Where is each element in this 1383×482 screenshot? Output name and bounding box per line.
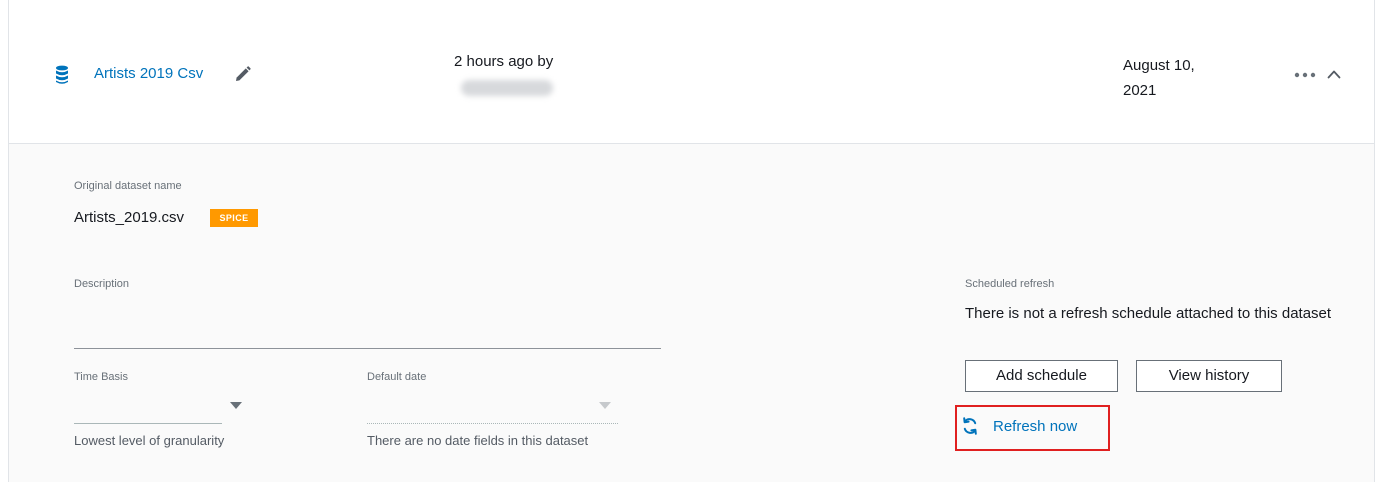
original-name-label: Original dataset name (74, 180, 182, 192)
description-label: Description (74, 278, 130, 290)
created-date: August 10, 2021 (1123, 53, 1213, 103)
caret-down-icon[interactable] (230, 402, 242, 409)
refresh-icon (963, 417, 977, 435)
default-date-select (367, 423, 618, 424)
original-dataset-name: Artists_2019.csv (74, 209, 185, 226)
dataset-details-panel: Original dataset name Artists_2019.csv S… (9, 144, 1374, 482)
dataset-name-link[interactable]: Artists 2019 Csv (94, 65, 203, 82)
add-schedule-button[interactable]: Add schedule (965, 360, 1118, 392)
spice-badge: SPICE (210, 209, 258, 227)
default-date-label: Default date (367, 371, 427, 383)
caret-down-icon (599, 402, 611, 409)
time-basis-label: Time Basis (74, 371, 128, 383)
blurred-username (461, 80, 553, 96)
view-history-button[interactable]: View history (1136, 360, 1282, 392)
time-basis-help: Lowest level of granularity (74, 433, 225, 448)
last-modified-text: 2 hours ago by (454, 53, 554, 70)
refresh-now-label: Refresh now (993, 417, 1078, 435)
description-input[interactable] (74, 348, 661, 349)
database-icon (56, 65, 68, 84)
refresh-now-link[interactable]: Refresh now (962, 414, 1077, 438)
created-date-text: August 10, 2021 (1123, 57, 1195, 99)
scheduled-refresh-label: Scheduled refresh (965, 278, 1055, 290)
pencil-icon[interactable] (234, 66, 251, 83)
time-basis-select[interactable] (74, 423, 222, 424)
refresh-schedule-status: There is not a refresh schedule attached… (965, 305, 1332, 322)
dataset-card: Artists 2019 Csv 2 hours ago by August 1… (8, 0, 1375, 482)
default-date-help: There are no date fields in this dataset (367, 433, 589, 448)
dataset-row-header[interactable]: Artists 2019 Csv 2 hours ago by August 1… (9, 0, 1374, 144)
ellipsis-icon[interactable] (1294, 72, 1316, 78)
chevron-up-icon[interactable] (1327, 68, 1341, 80)
